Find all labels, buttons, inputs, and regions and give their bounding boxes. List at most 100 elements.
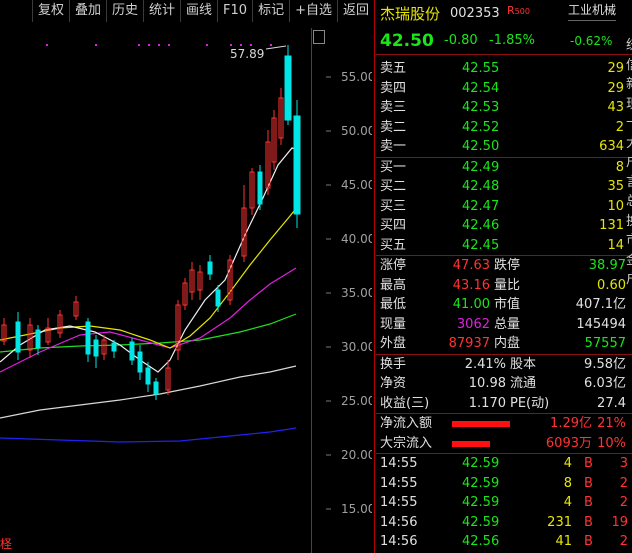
y-tick-label: 55.00 bbox=[341, 70, 372, 84]
flow-bar bbox=[452, 421, 510, 427]
bid-label: 买四 bbox=[380, 218, 407, 233]
toolbar-button-6[interactable]: 标记 bbox=[252, 0, 289, 22]
right-edge-char: 总 bbox=[626, 192, 632, 212]
ask-label: 卖三 bbox=[380, 100, 407, 115]
bid-label: 买二 bbox=[380, 179, 407, 194]
stat-row: 最高 43.16 量比 0.60 bbox=[376, 276, 632, 296]
stat-label: 净资 bbox=[380, 376, 407, 391]
stat-label: 总量 bbox=[494, 316, 521, 332]
y-tick-label: 45.00 bbox=[341, 178, 372, 192]
toolbar-button-3[interactable]: 统计 bbox=[143, 0, 180, 22]
sector-name[interactable]: 工业机械 bbox=[568, 0, 617, 21]
stat-row: 外盘 87937 内盘 57557 bbox=[376, 334, 632, 354]
stat-label: 市值 bbox=[494, 297, 521, 312]
tick-side: B bbox=[584, 495, 593, 510]
toolbar-button-1[interactable]: 叠加 bbox=[68, 0, 106, 22]
ask-price: 42.50 bbox=[462, 139, 500, 154]
high-price-label: 57.89 bbox=[230, 47, 264, 61]
flow-pct: 21% bbox=[597, 416, 626, 431]
bid-row: 买二 42.48 35 bbox=[376, 177, 632, 197]
right-edge-char: 大 bbox=[626, 134, 632, 154]
toolbar-button-0[interactable]: 复权 bbox=[31, 0, 69, 22]
bid-book: 买一 42.49 8 买二 42.48 35 买三 42.47 10 买四 42.46 131 买五 42… bbox=[376, 156, 632, 256]
stat-row: 涨停 47.63 跌停 38.97 bbox=[376, 256, 632, 276]
ma-line-green bbox=[0, 313, 297, 353]
ask-volume: 634 bbox=[599, 139, 624, 154]
stat-label: 现量 bbox=[380, 316, 407, 332]
right-edge-char: 信 bbox=[626, 56, 632, 76]
right-edge-char: 换 bbox=[626, 212, 632, 232]
tick-side: B bbox=[584, 514, 593, 530]
stats-block-2: 换手 2.41% 股本 9.58亿 净资 10.98 流通 6.03亿 收益(三) 1.170 PE… bbox=[376, 353, 632, 414]
tick-volume: 41 bbox=[555, 534, 572, 549]
toolbar-button-2[interactable]: 历史 bbox=[105, 0, 143, 22]
bid-price: 42.47 bbox=[462, 198, 500, 214]
toolbar-button-8[interactable]: 返回 bbox=[336, 0, 374, 22]
y-tick-label: 25.00 bbox=[341, 394, 372, 408]
stat-label: 内盘 bbox=[494, 336, 521, 351]
bid-price: 42.48 bbox=[462, 179, 500, 194]
ask-label: 卖四 bbox=[380, 80, 407, 96]
flow-block: 净流入额 1.29亿 21% 大宗流入 6093万 10% bbox=[376, 413, 632, 453]
tick-count: 2 bbox=[619, 475, 628, 491]
tick-row: 14:56 42.59 231 B 19 bbox=[376, 513, 632, 533]
bid-row: 买四 42.46 131 bbox=[376, 216, 632, 236]
stat-value: 10.98 bbox=[468, 376, 506, 391]
rating-tag: R500 bbox=[507, 4, 530, 17]
ask-price: 42.53 bbox=[462, 100, 500, 115]
tick-price: 42.59 bbox=[462, 495, 500, 510]
tick-time: 14:55 bbox=[380, 475, 418, 491]
tick-count: 2 bbox=[619, 534, 628, 549]
y-axis: 55.00 50.00 45.00 40.00 35.00 30.00 25.00 20.00… bbox=[326, 70, 372, 516]
sector-change: -0.62% bbox=[570, 34, 613, 48]
tick-price: 42.59 bbox=[462, 514, 500, 530]
y-tick-label: 20.00 bbox=[341, 448, 372, 462]
bid-price: 42.46 bbox=[462, 218, 500, 233]
toolbar-button-4[interactable]: 画线 bbox=[180, 0, 217, 22]
tick-price: 42.56 bbox=[462, 534, 500, 549]
bid-volume: 131 bbox=[599, 218, 624, 233]
tick-time: 14:56 bbox=[380, 534, 418, 549]
toolbar-button-7[interactable]: +自选 bbox=[289, 0, 337, 22]
stat-value: 1.170 bbox=[468, 395, 506, 411]
ask-price: 42.55 bbox=[462, 61, 500, 76]
stat-label: 股本 bbox=[510, 356, 537, 372]
price-change-pct: -1.85% bbox=[489, 33, 535, 48]
bid-row: 买三 42.47 10 bbox=[376, 197, 632, 217]
flow-label: 净流入额 bbox=[380, 416, 433, 431]
panel-divider bbox=[374, 0, 375, 553]
ask-volume: 43 bbox=[607, 100, 624, 115]
ask-row: 卖五 42.55 29 bbox=[376, 59, 632, 79]
y-tick-label: 35.00 bbox=[341, 286, 372, 300]
stat-value: 9.58亿 bbox=[584, 356, 626, 372]
bid-volume: 10 bbox=[607, 198, 624, 214]
stat-row: 现量 3062 总量 145494 bbox=[376, 315, 632, 335]
marker-dots bbox=[46, 44, 272, 46]
bid-volume: 8 bbox=[615, 159, 624, 175]
tick-time: 14:56 bbox=[380, 514, 418, 530]
stat-label: 涨停 bbox=[380, 258, 407, 273]
right-edge-char: 市 bbox=[626, 231, 632, 251]
tick-count: 19 bbox=[611, 514, 628, 530]
stock-name[interactable]: 杰瑞股份 bbox=[380, 0, 440, 28]
ask-row: 卖三 42.53 43 bbox=[376, 98, 632, 118]
bid-label: 买一 bbox=[380, 159, 407, 175]
stat-row: 换手 2.41% 股本 9.58亿 bbox=[376, 355, 632, 375]
scroll-thumb[interactable] bbox=[313, 30, 325, 44]
bid-row: 买一 42.49 8 bbox=[376, 158, 632, 178]
right-edge-char: 现 bbox=[626, 95, 632, 115]
toolbar-button-5[interactable]: F10 bbox=[217, 0, 252, 22]
tick-list: 14:55 42.59 4 B 3 14:55 42.59 8 B 2 14:55 42.59 4 B 2 1… bbox=[376, 453, 632, 552]
bid-price: 42.49 bbox=[462, 159, 500, 175]
right-edge-char: 金 bbox=[626, 251, 632, 271]
tick-side: B bbox=[584, 475, 593, 491]
flow-amount: 6093万 bbox=[545, 435, 592, 451]
stock-header: 杰瑞股份 002353 R500 工业机械 bbox=[376, 0, 632, 28]
price-row: 42.50 -0.80 -1.85% -0.62% bbox=[376, 28, 632, 55]
stat-label: 最高 bbox=[380, 277, 407, 293]
stat-label: 换手 bbox=[380, 356, 407, 372]
right-edge-char: 新 bbox=[626, 75, 632, 95]
chart-scrollbar[interactable] bbox=[311, 28, 326, 553]
high-price-pointer bbox=[265, 45, 287, 50]
quote-panel: 杰瑞股份 002353 R500 工业机械 42.50 -0.80 -1.85%… bbox=[376, 0, 632, 553]
